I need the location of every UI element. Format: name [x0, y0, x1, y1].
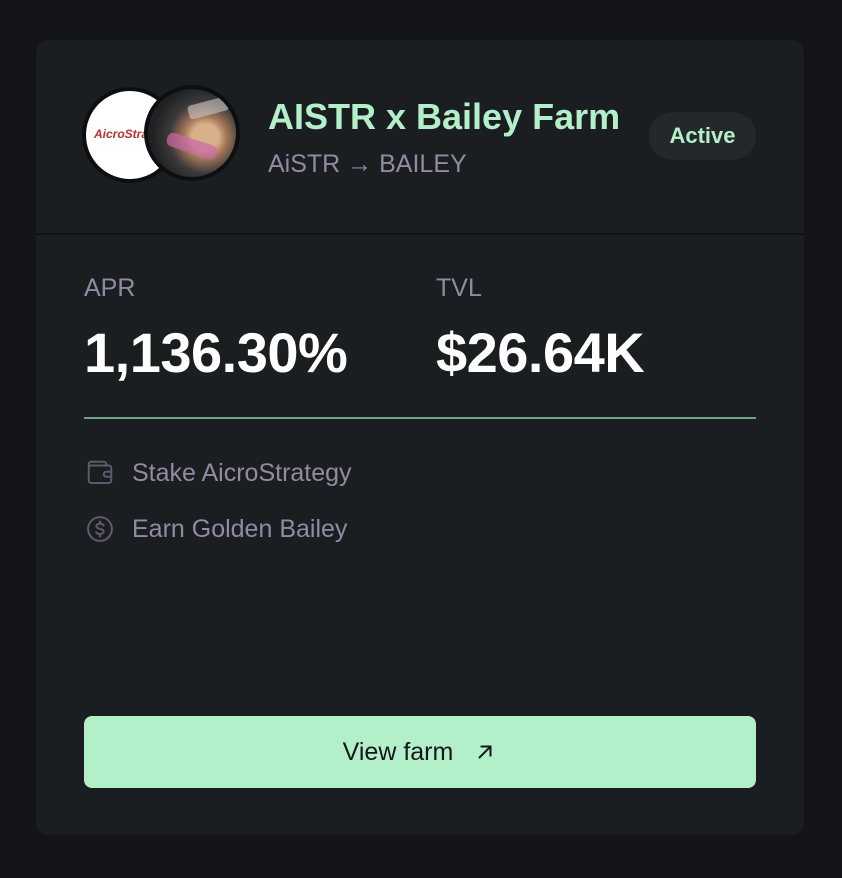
earn-row: Earn Golden Bailey — [84, 511, 347, 547]
farm-card: AicroStrategy AISTR x Bailey Farm AiSTR … — [36, 40, 804, 835]
stats-divider — [84, 417, 756, 419]
apr-value: 1,136.30% — [84, 321, 348, 384]
token-pair: AiSTR → BAILEY — [268, 150, 467, 178]
stake-text: Stake AicroStrategy — [132, 458, 352, 487]
earn-text: Earn Golden Bailey — [132, 514, 348, 543]
wallet-icon — [84, 457, 116, 489]
tvl-label: TVL — [436, 274, 482, 302]
token-b-avatar — [144, 85, 240, 181]
tvl-value: $26.64K — [436, 321, 645, 384]
arrow-up-right-icon — [473, 740, 497, 764]
farm-header: AicroStrategy AISTR x Bailey Farm AiSTR … — [36, 40, 804, 235]
view-farm-label: View farm — [342, 737, 454, 766]
farm-title: AISTR x Bailey Farm — [268, 96, 621, 137]
stake-row: Stake AicroStrategy — [84, 455, 352, 491]
apr-label: APR — [84, 274, 136, 302]
dollar-coin-icon — [84, 513, 116, 545]
status-badge: Active — [649, 112, 756, 160]
view-farm-button[interactable]: View farm — [84, 716, 756, 788]
